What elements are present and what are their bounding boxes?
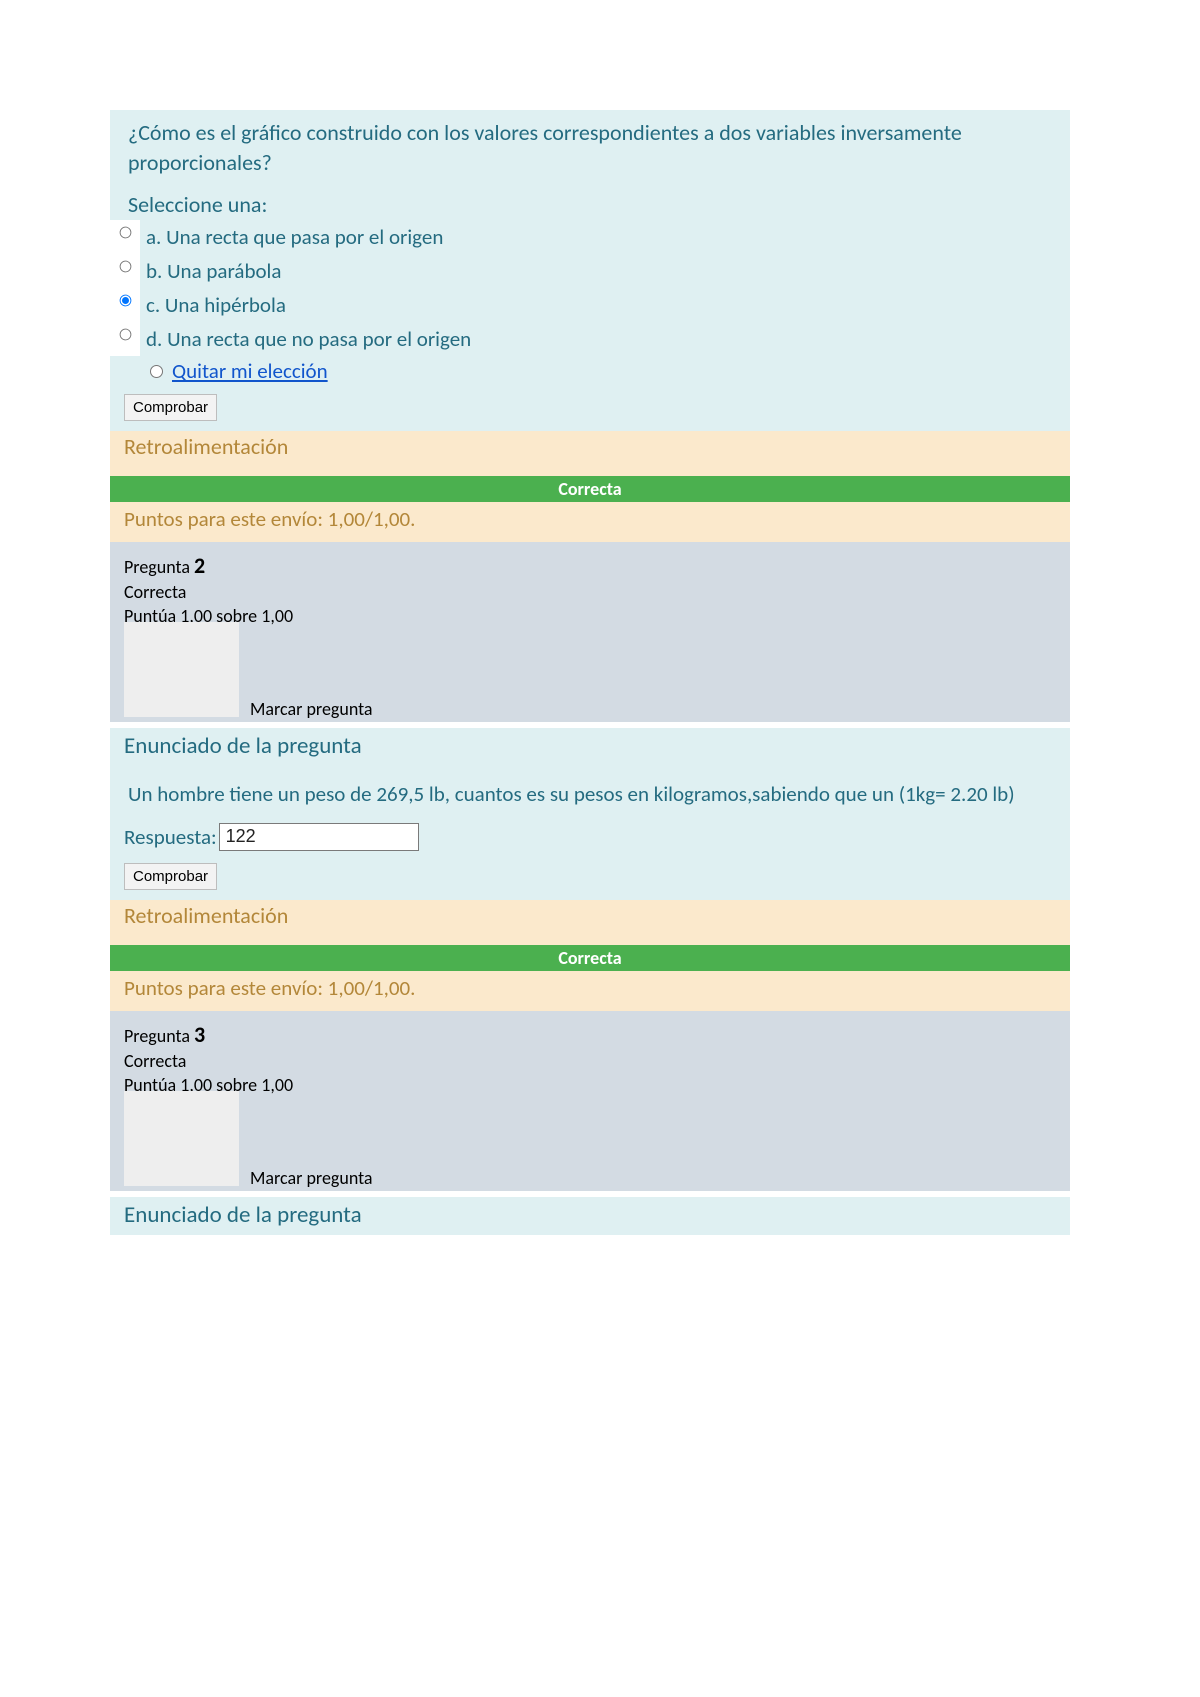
q1-points: Puntos para este envío: 1,00/1,00. [110,502,1070,542]
q2-answer-input[interactable] [219,823,419,851]
q1-option-a-label: a. Una recta que pasa por el origen [140,220,1070,254]
q2-check-row: Comprobar [110,857,1070,900]
q1-clear-row: Quitar mi elección [110,356,1070,388]
q1-option-c[interactable]: c. Una hipérbola [110,288,1070,322]
q1-radio-a[interactable] [119,227,131,239]
q2-grade: Puntúa 1,00 sobre 1,00 [124,605,1056,627]
q3-stem-heading: Enunciado de la pregunta [110,1197,1070,1235]
spacer [110,466,1070,476]
q3-number-value: 3 [194,1021,205,1048]
radio-cell [110,322,140,345]
q2-number-prefix: Pregunta [124,556,194,578]
q1-option-d[interactable]: d. Una recta que no pasa por el origen [110,322,1070,356]
q1-radio-c[interactable] [119,295,131,307]
check-button[interactable]: Comprobar [124,863,217,890]
q1-clear-radio[interactable] [150,365,163,378]
q1-select-one: Seleccione una: [110,187,1070,220]
q2-answer-label: Respuesta: [124,824,217,850]
q2-stem: Un hombre tiene un peso de 269,5 lb, cua… [110,766,1070,822]
quiz-page: ¿Cómo es el gráfico construido con los v… [0,0,1200,1275]
q3-grade: Puntúa 1,00 sobre 1,00 [124,1074,1056,1096]
q2-feedback-heading: Retroalimentación [110,900,1070,935]
q1-text: ¿Cómo es el gráfico construido con los v… [110,110,1070,187]
q2-state: Correcta [124,581,1056,603]
q1-correct-bar: Correcta [110,476,1070,502]
q2-stem-heading: Enunciado de la pregunta [110,728,1070,766]
flag-question-icon[interactable] [124,1091,239,1186]
check-button[interactable]: Comprobar [124,394,217,421]
q1-option-a[interactable]: a. Una recta que pasa por el origen [110,220,1070,254]
radio-cell [110,288,140,311]
flag-question-label[interactable]: Marcar pregunta [250,698,373,720]
q1-option-c-label: c. Una hipérbola [140,288,1070,322]
flag-question-label[interactable]: Marcar pregunta [250,1167,373,1189]
q1-check-row: Comprobar [110,388,1070,431]
q2-info: Pregunta 2 Correcta Puntúa 1,00 sobre 1,… [110,542,1070,722]
q2-answer-row: Respuesta: [110,823,1070,857]
q1-option-b[interactable]: b. Una parábola [110,254,1070,288]
flag-question-icon[interactable] [124,622,239,717]
radio-cell [110,220,140,243]
q2-number-value: 2 [194,552,205,579]
q3-info: Pregunta 3 Correcta Puntúa 1,00 sobre 1,… [110,1011,1070,1191]
q1-radio-b[interactable] [119,261,131,273]
q2-points: Puntos para este envío: 1,00/1,00. [110,971,1070,1011]
radio-cell [140,365,172,378]
q2-correct-bar: Correcta [110,945,1070,971]
q2-number: Pregunta 2 [124,552,1056,579]
clear-choice-link[interactable]: Quitar mi elección [172,358,328,384]
q3-number-prefix: Pregunta [124,1025,194,1047]
q1-option-d-label: d. Una recta que no pasa por el origen [140,322,1070,356]
radio-cell [110,254,140,277]
q3-number: Pregunta 3 [124,1021,1056,1048]
q3-state: Correcta [124,1050,1056,1072]
q1-option-b-label: b. Una parábola [140,254,1070,288]
spacer [110,935,1070,945]
q1-feedback-heading: Retroalimentación [110,431,1070,466]
q1-radio-d[interactable] [119,329,131,341]
